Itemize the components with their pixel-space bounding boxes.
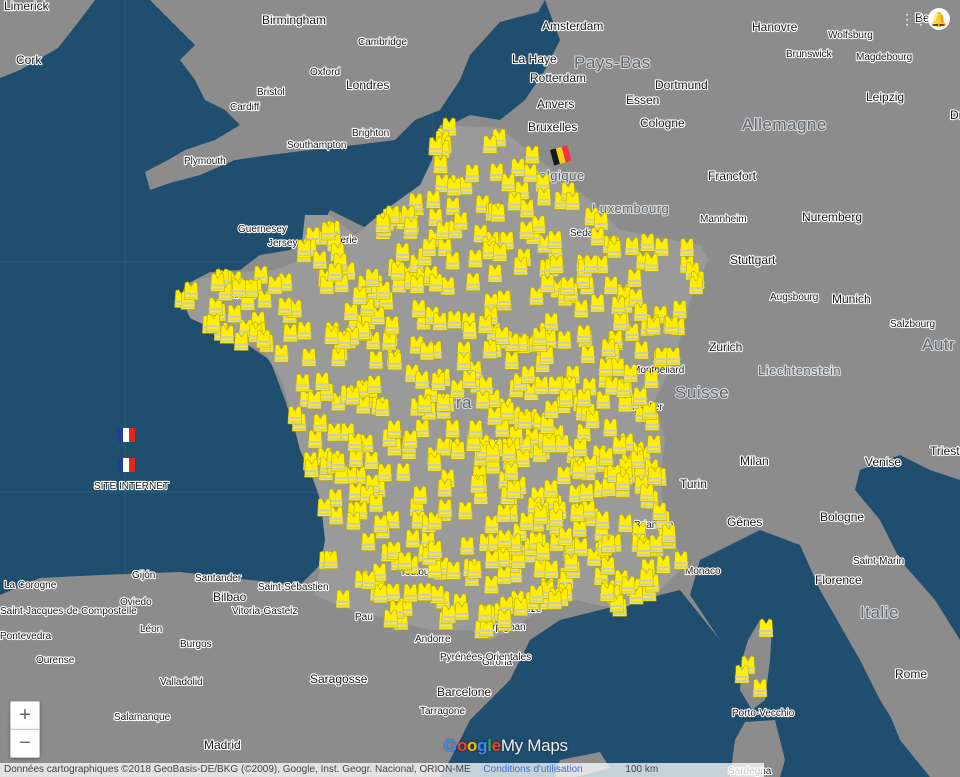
city-label: Cardiff (230, 102, 259, 113)
city-label: Amsterdam (542, 19, 603, 33)
map-canvas[interactable]: Pays-Bas Allemagne Belgique Luxembourg S… (0, 0, 960, 777)
city-label: Milan (740, 454, 769, 468)
city-label: Florence (815, 573, 862, 587)
city-label: Rotterdam (530, 71, 586, 85)
city-label: Santander (195, 573, 242, 584)
city-label: La Corogne (4, 580, 57, 591)
city-label: Cambridge (358, 37, 407, 48)
city-label: Southampton (287, 140, 347, 151)
city-label: Pontevedra (0, 631, 52, 642)
label-allemagne: Allemagne (742, 115, 827, 134)
label-autriche: Autr (922, 335, 955, 354)
city-label: Rome (895, 667, 927, 681)
city-label: Vitoria-Gasteiz (232, 606, 297, 617)
city-label: Monaco (685, 566, 721, 577)
apps-grid-icon[interactable]: ⋮⋮⋮ (900, 8, 942, 30)
city-label: Pyrénées-Orientales (440, 652, 531, 663)
label-pays-bas: Pays-Bas (574, 53, 651, 72)
city-label: Bruxelles (528, 120, 577, 134)
city-label: Saint-Jacques-de-Compostelle (0, 606, 137, 617)
flag-marker-france-2[interactable] (117, 458, 135, 472)
label-liechtenstein: Liechtenstein (758, 363, 841, 378)
city-label: Cork (16, 53, 42, 67)
city-label: Dortmund (655, 78, 708, 92)
city-label: Saint-Sébastien (258, 582, 329, 593)
city-label: Magdebourg (856, 52, 912, 63)
city-label: Anvers (537, 97, 574, 111)
city-label: Pau (355, 612, 373, 623)
attribution-bar: Données cartographiques ©2018 GeoBasis-D… (0, 763, 764, 777)
city-label: Dresd (950, 108, 960, 122)
city-label: Stuttgart (730, 253, 776, 267)
city-label: Wolfsburg (828, 30, 873, 41)
city-label: Bristol (257, 87, 285, 98)
city-label: Burgos (180, 639, 212, 650)
label-suisse: Suisse (675, 383, 729, 402)
google-my-maps-logo: GoogleMy Maps (444, 736, 568, 755)
label-andorre: Andorre (415, 634, 451, 645)
city-label: Birmingham (262, 13, 326, 27)
label-site-internet: SITE INTERNET (94, 481, 169, 492)
city-label: Turin (680, 477, 707, 491)
city-label: Bilbao (213, 590, 247, 604)
city-label: Valladolid (160, 677, 203, 688)
city-label: Guernesey (238, 224, 287, 235)
terms-link[interactable]: Conditions d'utilisation (483, 764, 582, 775)
city-label: Zurich (709, 340, 742, 354)
city-label: Porto-Vecchio (732, 708, 795, 719)
label-italie: Italie (860, 603, 899, 622)
city-label: Augsbourg (770, 292, 818, 303)
city-label: Madrid (204, 738, 241, 752)
city-label: Saint-Marin (853, 556, 904, 567)
city-label: Essen (626, 93, 659, 107)
city-label: Brighton (352, 128, 389, 139)
city-label: Cologne (640, 116, 685, 130)
city-label: Munich (832, 292, 871, 306)
city-label: Léon (140, 624, 162, 635)
city-label: Londres (346, 78, 389, 92)
city-label: Plymouth (184, 156, 226, 167)
city-label: Bologne (820, 510, 864, 524)
city-label: Oxford (310, 67, 340, 78)
top-right-controls: ⋮⋮⋮ 🔔 (900, 8, 950, 30)
city-label: Salamanque (114, 712, 171, 723)
city-label: Salzbourg (890, 319, 935, 330)
city-label: Francfort (708, 169, 757, 183)
city-label: Venise (865, 455, 901, 469)
city-label: Tarragone (420, 706, 465, 717)
flag-marker-france-1[interactable] (117, 428, 135, 442)
city-label: Gênes (727, 515, 762, 529)
attribution-text: Données cartographiques ©2018 GeoBasis-D… (4, 764, 471, 775)
city-label: Saragosse (310, 672, 368, 686)
bell-icon[interactable]: 🔔 (928, 8, 950, 30)
scale-label: 100 km (625, 764, 659, 775)
city-label: Nuremberg (802, 210, 862, 224)
city-label: Mannheim (700, 214, 747, 225)
zoom-out-button[interactable]: − (10, 729, 40, 758)
city-label: La Haye (512, 52, 557, 66)
city-label: Leipzig (866, 90, 904, 104)
city-label: Jersey (268, 238, 297, 249)
city-label: Brunswick (786, 49, 833, 60)
city-label: Hanovre (752, 20, 798, 34)
city-label: Barcelone (437, 685, 491, 699)
zoom-in-button[interactable]: + (10, 701, 40, 730)
city-label: Limerick (4, 0, 50, 13)
city-label: Trieste (930, 444, 960, 458)
city-label: Ourense (36, 655, 75, 666)
city-label: Gijón (132, 570, 155, 581)
